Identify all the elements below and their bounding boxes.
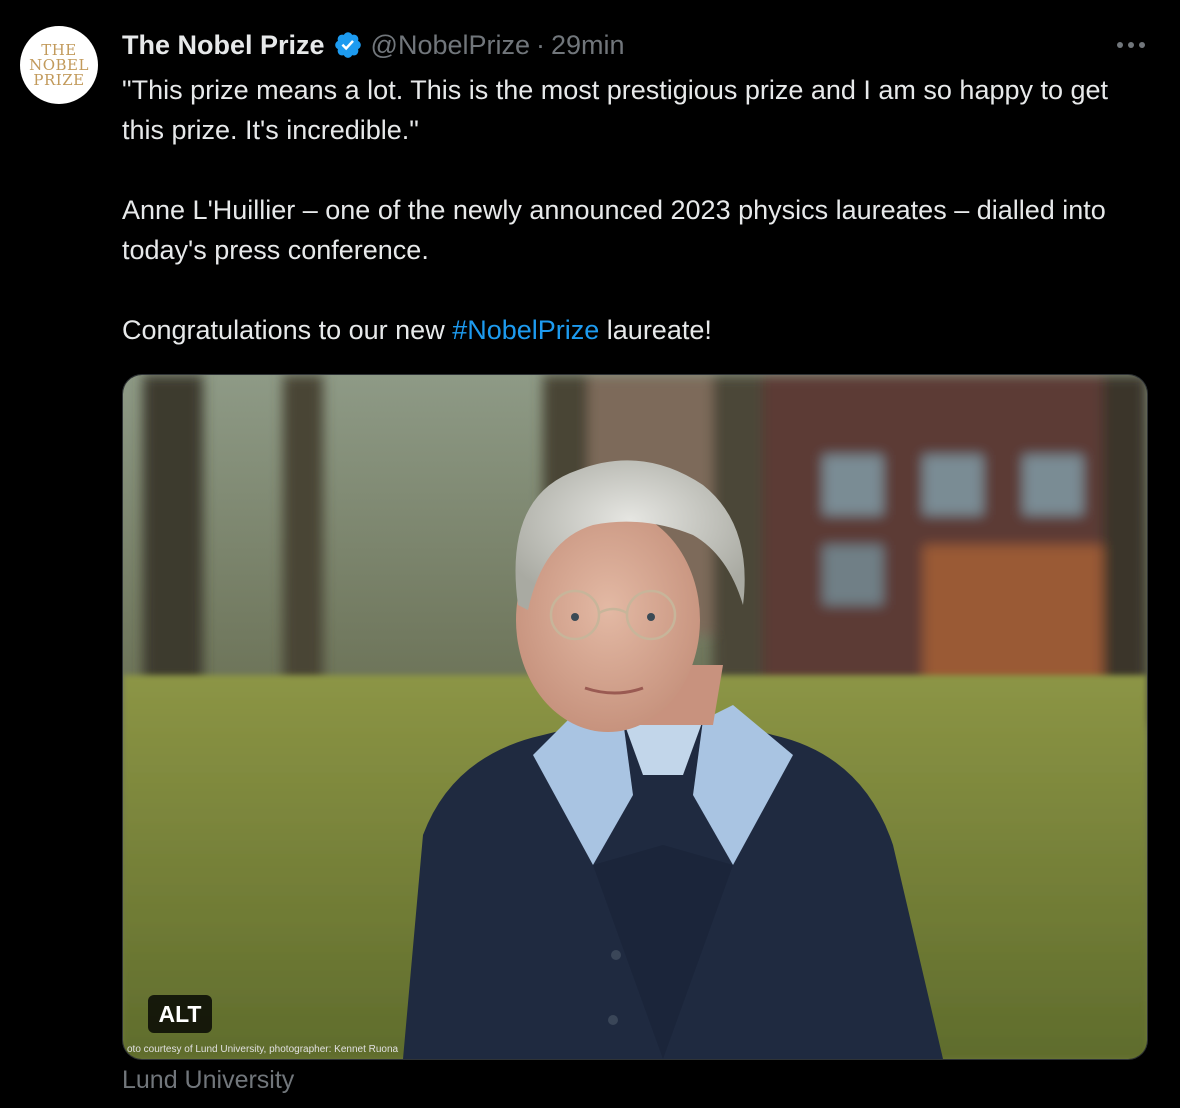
- more-horizontal-icon[interactable]: [1108, 26, 1154, 64]
- hashtag-link[interactable]: #NobelPrize: [452, 315, 599, 345]
- separator-dot: ·: [536, 29, 546, 60]
- handle[interactable]: @NobelPrize: [371, 30, 530, 61]
- tweet-paragraph-congratulations: Congratulations to our new #NobelPrize l…: [122, 310, 1142, 350]
- photo-credit: oto courtesy of Lund University, photogr…: [127, 1044, 399, 1055]
- laureate-photo: [123, 375, 1147, 1059]
- congrats-text-end: laureate!: [599, 315, 712, 345]
- avatar-logo-line-3: PRIZE: [33, 70, 85, 89]
- verified-badge-icon[interactable]: [333, 30, 363, 60]
- media-source-label[interactable]: Lund University: [122, 1066, 294, 1095]
- tweet-text: "This prize means a lot. This is the mos…: [122, 70, 1142, 350]
- display-name[interactable]: The Nobel Prize: [122, 30, 325, 61]
- tweet[interactable]: THE NOBEL PRIZE The Nobel Prize @NobelPr…: [0, 0, 1180, 1108]
- avatar[interactable]: THE NOBEL PRIZE: [20, 26, 98, 104]
- tweet-paragraph-announcement: Anne L'Huillier – one of the newly annou…: [122, 195, 1106, 265]
- timestamp[interactable]: 29min: [551, 30, 625, 61]
- congrats-text-start: Congratulations to our new: [122, 315, 453, 345]
- tweet-header: The Nobel Prize @NobelPrize · 29min: [122, 28, 625, 62]
- media-photo[interactable]: ALT oto courtesy of Lund University, pho…: [122, 374, 1148, 1060]
- tweet-paragraph-quote: "This prize means a lot. This is the mos…: [122, 75, 1109, 145]
- alt-text-badge[interactable]: ALT: [148, 995, 212, 1033]
